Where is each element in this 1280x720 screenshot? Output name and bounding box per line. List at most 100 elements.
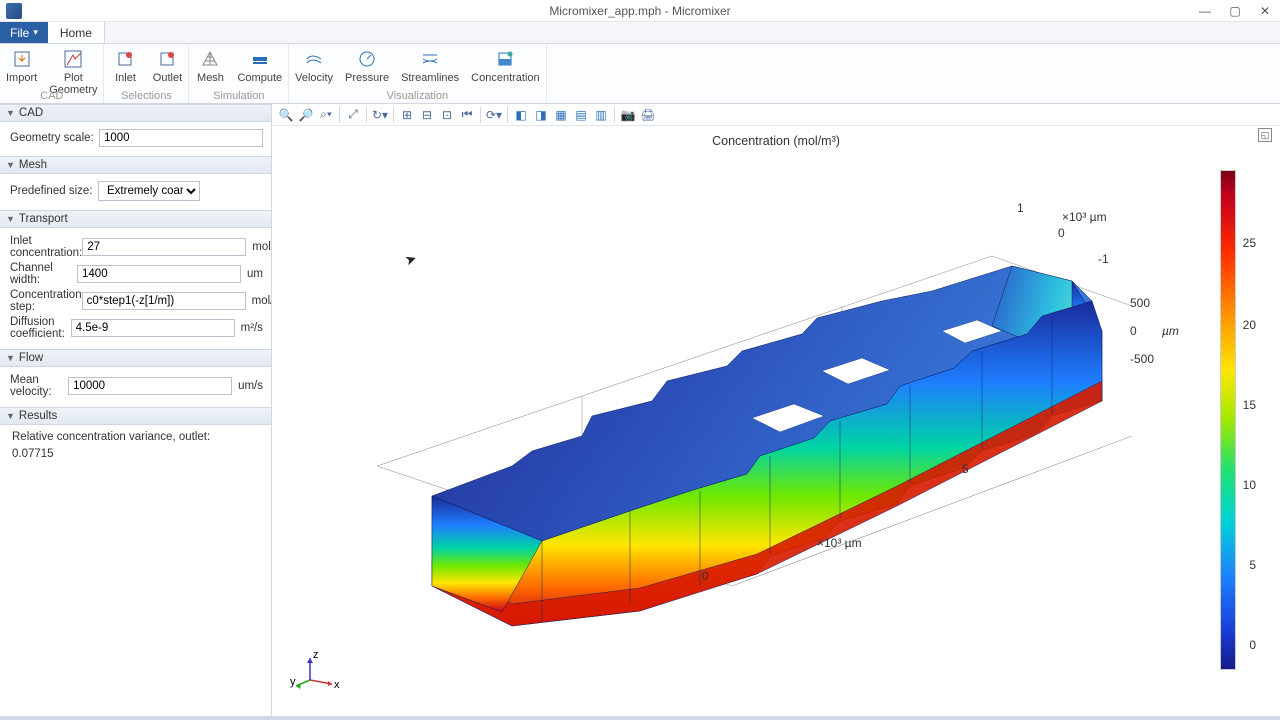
ribbon-group-selections-label: Selections — [104, 90, 188, 103]
chevron-down-icon: ▼ — [6, 353, 15, 363]
section-results-header[interactable]: ▼ Results — [0, 407, 271, 425]
streamlines-button[interactable]: Streamlines — [395, 44, 465, 96]
mesh-button[interactable]: Mesh — [189, 44, 231, 96]
wireframe-button[interactable]: ▦ — [551, 106, 571, 124]
zoom-extents-button[interactable]: ⤢ — [343, 106, 363, 124]
plot-geometry-button[interactable]: Plot Geometry — [43, 44, 103, 96]
concentration-step-label: Concentration step: — [10, 289, 82, 313]
rotate-button[interactable]: ↻▾ — [370, 106, 390, 124]
graphics-canvas[interactable]: Concentration (mol/m³) ◱ — [272, 126, 1280, 716]
concentration-step-input[interactable] — [82, 292, 246, 310]
ribbon-group-visualization-label: Visualization — [289, 90, 546, 103]
mean-velocity-label: Mean velocity: — [10, 374, 68, 398]
diffusion-coefficient-input[interactable] — [71, 319, 235, 337]
popout-button[interactable]: ◱ — [1258, 128, 1272, 142]
colorbar-tick-25: 25 — [1243, 236, 1256, 250]
view-yz-button[interactable]: ⊟ — [417, 106, 437, 124]
ribbon: Import Plot Geometry CAD Inlet — [0, 44, 1280, 104]
svg-text:z: z — [313, 649, 319, 661]
maximize-button[interactable]: ▢ — [1220, 0, 1250, 22]
go-default-button[interactable]: ⏮ — [457, 106, 477, 124]
colorbar — [1220, 170, 1236, 670]
zoom-in-button[interactable]: 🔍 — [276, 106, 296, 124]
plot-title: Concentration (mol/m³) — [712, 134, 840, 148]
plot-geometry-icon — [62, 48, 84, 70]
grid-button[interactable]: ▤ — [571, 106, 591, 124]
zoom-box-button[interactable]: ⌕▾ — [316, 106, 336, 124]
diffusion-coefficient-unit: m²/s — [241, 322, 263, 334]
graphics-area: 🔍 🔎 ⌕▾ ⤢ ↻▾ ⊞ ⊟ ⊡ ⏮ ⟳▾ ◧ ◨ ▦ ▤ ▥ 📷 🖨 Con… — [272, 104, 1280, 716]
window-title: Micromixer_app.mph - Micromixer — [549, 4, 730, 18]
transparency-button[interactable]: ◨ — [531, 106, 551, 124]
section-mesh-header[interactable]: ▼ Mesh — [0, 156, 271, 174]
view-xy-button[interactable]: ⊞ — [397, 106, 417, 124]
scene-light-button[interactable]: ◧ — [511, 106, 531, 124]
channel-width-input[interactable] — [77, 265, 241, 283]
chevron-down-icon: ▼ — [6, 108, 15, 118]
show-hide-button[interactable]: ▥ — [591, 106, 611, 124]
tab-home[interactable]: Home — [48, 22, 105, 43]
y-tick-m500: -500 — [1130, 352, 1154, 366]
x-tick-0: 0 — [702, 569, 709, 583]
inlet-icon — [114, 48, 136, 70]
diffusion-coefficient-label: Diffusion coefficient: — [10, 316, 71, 340]
colorbar-tick-10: 10 — [1243, 478, 1256, 492]
inlet-button[interactable]: Inlet — [104, 44, 146, 96]
orientation-triad: x y z — [290, 648, 340, 698]
geometry-scale-input[interactable] — [99, 129, 263, 147]
minimize-button[interactable]: — — [1190, 0, 1220, 22]
import-button[interactable]: Import — [0, 44, 43, 96]
section-transport-header[interactable]: ▼ Transport — [0, 210, 271, 228]
file-menu[interactable]: File ▾ — [0, 22, 48, 43]
channel-width-label: Channel width: — [10, 262, 77, 286]
section-flow-header[interactable]: ▼ Flow — [0, 349, 271, 367]
inlet-concentration-input[interactable] — [82, 238, 246, 256]
pressure-icon — [356, 48, 378, 70]
zoom-out-button[interactable]: 🔎 — [296, 106, 316, 124]
settings-panel: ▼ CAD Geometry scale: ▼ Mesh Predefined … — [0, 104, 272, 716]
compute-button[interactable]: Compute — [231, 44, 288, 96]
geometry-scale-label: Geometry scale: — [10, 132, 99, 144]
inlet-concentration-unit: mol/m³ — [252, 241, 272, 253]
predefined-size-select[interactable]: Extremely coarse — [98, 181, 200, 201]
svg-text:y: y — [290, 676, 296, 688]
menubar: File ▾ Home — [0, 22, 1280, 44]
tab-home-label: Home — [60, 26, 92, 40]
chevron-down-icon: ▼ — [6, 411, 15, 421]
outlet-button[interactable]: Outlet — [146, 44, 188, 96]
ribbon-group-simulation-label: Simulation — [189, 90, 288, 103]
mesh-icon — [199, 48, 221, 70]
colorbar-tick-15: 15 — [1243, 398, 1256, 412]
concentration-button[interactable]: Concentration — [465, 44, 546, 96]
caret-down-icon: ▾ — [33, 27, 38, 38]
model-3d-render — [282, 156, 1202, 716]
ribbon-group-cad-label: CAD — [0, 90, 103, 103]
x-unit: ×10³ µm — [817, 536, 862, 550]
predefined-size-label: Predefined size: — [10, 185, 98, 197]
snapshot-button[interactable]: 📷 — [618, 106, 638, 124]
concentration-icon — [494, 48, 516, 70]
graphics-toolbar: 🔍 🔎 ⌕▾ ⤢ ↻▾ ⊞ ⊟ ⊡ ⏮ ⟳▾ ◧ ◨ ▦ ▤ ▥ 📷 🖨 — [272, 104, 1280, 126]
print-button[interactable]: 🖨 — [638, 106, 658, 124]
titlebar: Micromixer_app.mph - Micromixer — ▢ ✕ — [0, 0, 1280, 22]
colorbar-tick-20: 20 — [1243, 318, 1256, 332]
results-variance-label: Relative concentration variance, outlet: — [10, 429, 263, 446]
concentration-step-unit: mol/m³ — [252, 295, 272, 307]
section-cad-header[interactable]: ▼ CAD — [0, 104, 271, 122]
colorbar-tick-5: 5 — [1249, 558, 1256, 572]
mean-velocity-input[interactable] — [68, 377, 232, 395]
view-xz-button[interactable]: ⊡ — [437, 106, 457, 124]
outlet-icon — [156, 48, 178, 70]
close-button[interactable]: ✕ — [1250, 0, 1280, 22]
import-icon — [11, 48, 33, 70]
streamlines-icon — [419, 48, 441, 70]
mean-velocity-unit: um/s — [238, 380, 263, 392]
z-unit: ×10³ µm — [1062, 210, 1107, 224]
results-variance-value: 0.07715 — [10, 446, 263, 463]
chevron-down-icon: ▼ — [6, 160, 15, 170]
refresh-button[interactable]: ⟳▾ — [484, 106, 504, 124]
compute-icon — [249, 48, 271, 70]
pressure-button[interactable]: Pressure — [339, 44, 395, 96]
z-tick-1: 1 — [1017, 201, 1024, 215]
velocity-button[interactable]: Velocity — [289, 44, 339, 96]
